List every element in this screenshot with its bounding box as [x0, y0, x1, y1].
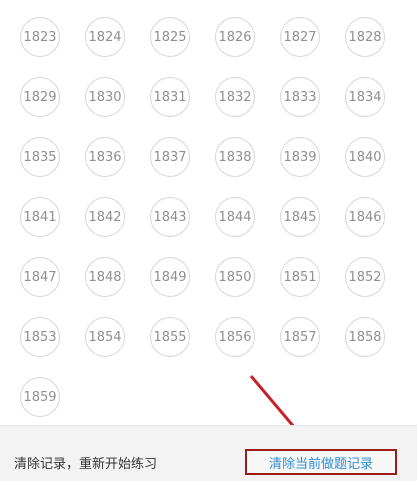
bottom-action-bar: 清除记录，重新开始练习 清除当前做题记录: [0, 425, 417, 481]
question-number-button[interactable]: 1839: [280, 137, 320, 177]
question-number-button[interactable]: 1837: [150, 137, 190, 177]
question-number-button[interactable]: 1838: [215, 137, 255, 177]
question-number-button[interactable]: 1825: [150, 17, 190, 57]
question-number-button[interactable]: 1849: [150, 257, 190, 297]
question-number-button[interactable]: 1856: [215, 317, 255, 357]
question-number-button[interactable]: 1857: [280, 317, 320, 357]
question-number-button[interactable]: 1852: [345, 257, 385, 297]
question-number-button[interactable]: 1845: [280, 197, 320, 237]
question-number-button[interactable]: 1855: [150, 317, 190, 357]
question-number-button[interactable]: 1842: [85, 197, 125, 237]
question-number-button[interactable]: 1831: [150, 77, 190, 117]
question-number-button[interactable]: 1824: [85, 17, 125, 57]
clear-records-button[interactable]: 清除当前做题记录: [245, 449, 397, 475]
question-number-button[interactable]: 1853: [20, 317, 60, 357]
question-number-button[interactable]: 1836: [85, 137, 125, 177]
question-number-button[interactable]: 1827: [280, 17, 320, 57]
question-number-button[interactable]: 1850: [215, 257, 255, 297]
question-number-button[interactable]: 1841: [20, 197, 60, 237]
question-number-button[interactable]: 1833: [280, 77, 320, 117]
question-number-button[interactable]: 1829: [20, 77, 60, 117]
question-number-button[interactable]: 1859: [20, 377, 60, 417]
question-number-button[interactable]: 1830: [85, 77, 125, 117]
question-number-button[interactable]: 1840: [345, 137, 385, 177]
question-number-button[interactable]: 1835: [20, 137, 60, 177]
reset-practice-label: 清除记录，重新开始练习: [14, 457, 158, 472]
question-number-button[interactable]: 1848: [85, 257, 125, 297]
question-number-button[interactable]: 1832: [215, 77, 255, 117]
question-number-button[interactable]: 1846: [345, 197, 385, 237]
question-number-button[interactable]: 1834: [345, 77, 385, 117]
question-number-button[interactable]: 1854: [85, 317, 125, 357]
question-number-button[interactable]: 1847: [20, 257, 60, 297]
question-number-button[interactable]: 1823: [20, 17, 60, 57]
question-number-grid: 1823 1824 1825 1826 1827 1828 1829 1830 1831 1832…: [0, 0, 417, 425]
question-number-button[interactable]: 1843: [150, 197, 190, 237]
question-number-button[interactable]: 1844: [215, 197, 255, 237]
question-number-button[interactable]: 1858: [345, 317, 385, 357]
question-number-button[interactable]: 1828: [345, 17, 385, 57]
question-number-button[interactable]: 1826: [215, 17, 255, 57]
question-number-button[interactable]: 1851: [280, 257, 320, 297]
